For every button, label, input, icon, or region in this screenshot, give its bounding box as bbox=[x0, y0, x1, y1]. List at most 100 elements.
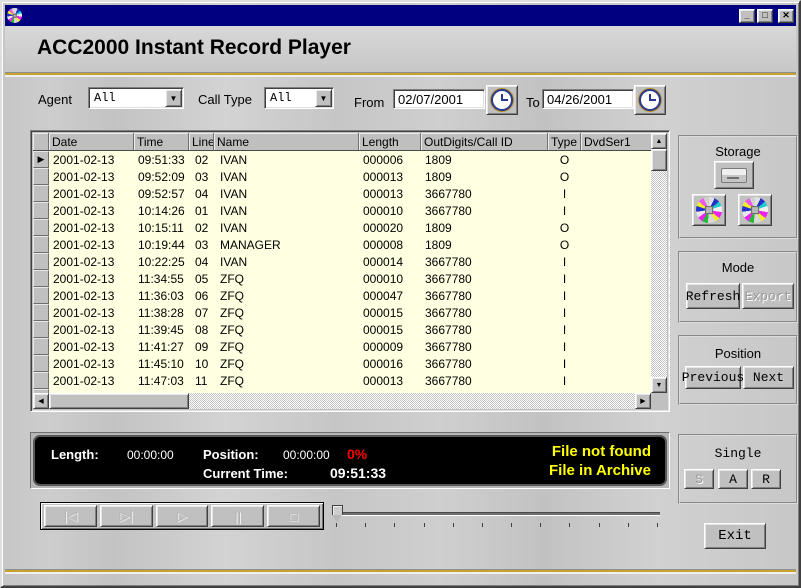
table-row[interactable]: ▶2001-02-1309:51:3302IVAN0000061809O bbox=[33, 151, 651, 168]
vertical-scroll-thumb[interactable] bbox=[651, 149, 667, 171]
scroll-down-icon[interactable]: ▼ bbox=[651, 377, 667, 393]
seek-slider[interactable] bbox=[332, 504, 662, 530]
single-r-button[interactable]: R bbox=[751, 469, 781, 489]
table-cell: 1809 bbox=[421, 151, 548, 168]
row-selector[interactable] bbox=[33, 355, 49, 372]
agent-dropdown[interactable]: All ▼ bbox=[88, 87, 184, 109]
table-row[interactable]: 2001-02-1311:41:2709ZFQ0000093667780I bbox=[33, 338, 651, 355]
table-cell: I bbox=[548, 355, 581, 372]
close-button[interactable]: ✕ bbox=[778, 9, 794, 23]
titlebar[interactable]: _ □ ✕ bbox=[5, 5, 796, 26]
app-cd-icon bbox=[7, 8, 22, 23]
previous-button[interactable]: Previous bbox=[685, 366, 741, 389]
stop-button[interactable]: □ bbox=[267, 505, 320, 527]
table-row[interactable]: 2001-02-1309:52:5704IVAN0000133667780I bbox=[33, 185, 651, 202]
cd-storage-button-2[interactable] bbox=[738, 194, 772, 226]
length-label: Length: bbox=[51, 447, 99, 462]
table-cell: 000047 bbox=[359, 287, 421, 304]
table-row[interactable]: 2001-02-1310:15:1102IVAN0000201809O bbox=[33, 219, 651, 236]
chevron-down-icon[interactable]: ▼ bbox=[165, 89, 182, 107]
table-row[interactable]: 2001-02-1311:47:0311ZFQ0000133667780I bbox=[33, 372, 651, 389]
row-selector[interactable] bbox=[33, 253, 49, 270]
table-row[interactable]: 2001-02-1309:52:0903IVAN0000131809O bbox=[33, 168, 651, 185]
table-cell: 11:36:03 bbox=[134, 287, 189, 304]
to-calendar-button[interactable] bbox=[634, 85, 666, 115]
slider-tick bbox=[365, 523, 366, 527]
horizontal-scroll-thumb[interactable] bbox=[49, 393, 189, 409]
row-selector[interactable] bbox=[33, 168, 49, 185]
column-header[interactable]: Date bbox=[49, 133, 134, 151]
slider-thumb[interactable] bbox=[332, 505, 343, 515]
row-selector[interactable] bbox=[33, 236, 49, 253]
table-cell: 10:15:11 bbox=[134, 219, 189, 236]
scroll-left-icon[interactable]: ◀ bbox=[33, 393, 49, 409]
table-cell: MANAGER bbox=[214, 236, 359, 253]
from-date-field[interactable] bbox=[393, 89, 485, 109]
row-selector[interactable]: ▶ bbox=[33, 151, 49, 168]
table-cell: I bbox=[548, 304, 581, 321]
table-cell: I bbox=[548, 253, 581, 270]
horizontal-scrollbar[interactable]: ◀ ▶ bbox=[33, 393, 651, 409]
table-cell bbox=[581, 151, 651, 168]
column-header[interactable]: Time bbox=[134, 133, 189, 151]
column-header[interactable]: Type bbox=[548, 133, 581, 151]
table-row[interactable]: 2001-02-1311:39:4508ZFQ0000153667780I bbox=[33, 321, 651, 338]
row-selector[interactable] bbox=[33, 219, 49, 236]
scroll-up-icon[interactable]: ▲ bbox=[651, 133, 667, 149]
row-selector[interactable] bbox=[33, 287, 49, 304]
table-cell: ZFQ bbox=[214, 355, 359, 372]
column-header[interactable]: Line bbox=[189, 133, 214, 151]
column-header[interactable]: OutDigits/Call ID bbox=[421, 133, 548, 151]
table-cell: 3667780 bbox=[421, 321, 548, 338]
play-button[interactable]: ▷ bbox=[156, 505, 209, 527]
skip-end-button[interactable]: ▷| bbox=[100, 505, 153, 527]
minimize-button[interactable]: _ bbox=[739, 9, 755, 23]
row-selector[interactable] bbox=[33, 321, 49, 338]
row-selector[interactable] bbox=[33, 185, 49, 202]
table-cell: 3667780 bbox=[421, 253, 548, 270]
table-row[interactable]: 2001-02-1310:22:2504IVAN0000143667780I bbox=[33, 253, 651, 270]
export-button[interactable]: Export bbox=[742, 283, 794, 309]
table-cell: 1809 bbox=[421, 168, 548, 185]
from-calendar-button[interactable] bbox=[486, 85, 518, 115]
drive-storage-button[interactable] bbox=[714, 161, 754, 189]
refresh-button[interactable]: Refresh bbox=[686, 283, 740, 309]
call-type-dropdown[interactable]: All ▼ bbox=[264, 87, 334, 109]
column-header[interactable]: Length bbox=[359, 133, 421, 151]
exit-button[interactable]: Exit bbox=[704, 523, 766, 549]
table-row[interactable]: 2001-02-1311:36:0306ZFQ0000473667780I bbox=[33, 287, 651, 304]
single-s-button[interactable]: S bbox=[684, 469, 714, 489]
table-row[interactable]: 2001-02-1310:14:2601IVAN0000103667780I bbox=[33, 202, 651, 219]
table-cell: 09:52:57 bbox=[134, 185, 189, 202]
row-selector[interactable] bbox=[33, 270, 49, 287]
vertical-scrollbar[interactable]: ▲ ▼ bbox=[651, 133, 667, 393]
table-cell: 02 bbox=[189, 219, 214, 236]
column-header[interactable]: Name bbox=[214, 133, 359, 151]
table-cell: 03 bbox=[189, 236, 214, 253]
table-row[interactable]: 2001-02-1311:45:1010ZFQ0000163667780I bbox=[33, 355, 651, 372]
row-selector[interactable] bbox=[33, 202, 49, 219]
agent-value: All bbox=[89, 91, 165, 105]
skip-start-button[interactable]: |◁ bbox=[44, 505, 97, 527]
table-row[interactable]: 2001-02-1310:19:4403MANAGER0000081809O bbox=[33, 236, 651, 253]
pause-button[interactable]: || bbox=[211, 505, 264, 527]
slider-track[interactable] bbox=[334, 512, 660, 515]
mode-panel: Mode RefreshExport bbox=[678, 251, 798, 323]
next-button[interactable]: Next bbox=[743, 366, 794, 389]
single-a-button[interactable]: A bbox=[718, 469, 748, 489]
maximize-button[interactable]: □ bbox=[757, 9, 773, 23]
chevron-down-icon[interactable]: ▼ bbox=[315, 89, 332, 107]
table-row[interactable]: 2001-02-1311:34:5505ZFQ0000103667780I bbox=[33, 270, 651, 287]
to-date-field[interactable] bbox=[542, 89, 634, 109]
table-cell: O bbox=[548, 168, 581, 185]
table-cell: 06 bbox=[189, 287, 214, 304]
scroll-right-icon[interactable]: ▶ bbox=[635, 393, 651, 409]
row-selector[interactable] bbox=[33, 304, 49, 321]
cd-storage-button-1[interactable] bbox=[692, 194, 726, 226]
table-cell bbox=[581, 287, 651, 304]
column-header[interactable]: DvdSer1 bbox=[581, 133, 651, 151]
row-selector[interactable] bbox=[33, 338, 49, 355]
table-row[interactable]: 2001-02-1311:38:2807ZFQ0000153667780I bbox=[33, 304, 651, 321]
table-cell: O bbox=[548, 151, 581, 168]
row-selector[interactable] bbox=[33, 372, 49, 389]
